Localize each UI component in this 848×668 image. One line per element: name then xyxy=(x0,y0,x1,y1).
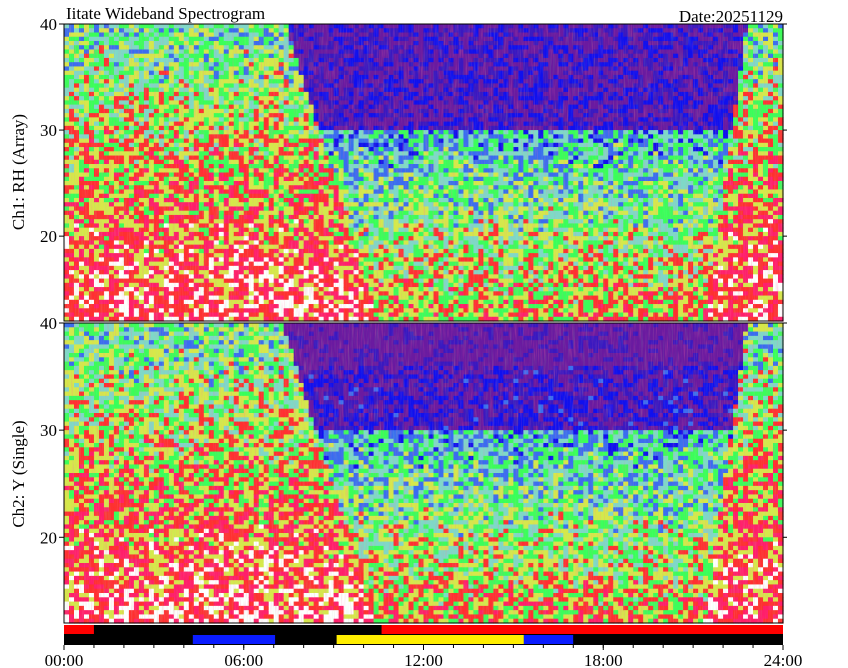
date-label: Date:20251129 xyxy=(679,7,783,26)
spectrogram-figure: Iitate Wideband Spectrogram Date:2025112… xyxy=(9,4,802,668)
chart-title: Iitate Wideband Spectrogram xyxy=(66,4,265,23)
panel-ch1 xyxy=(63,23,784,322)
